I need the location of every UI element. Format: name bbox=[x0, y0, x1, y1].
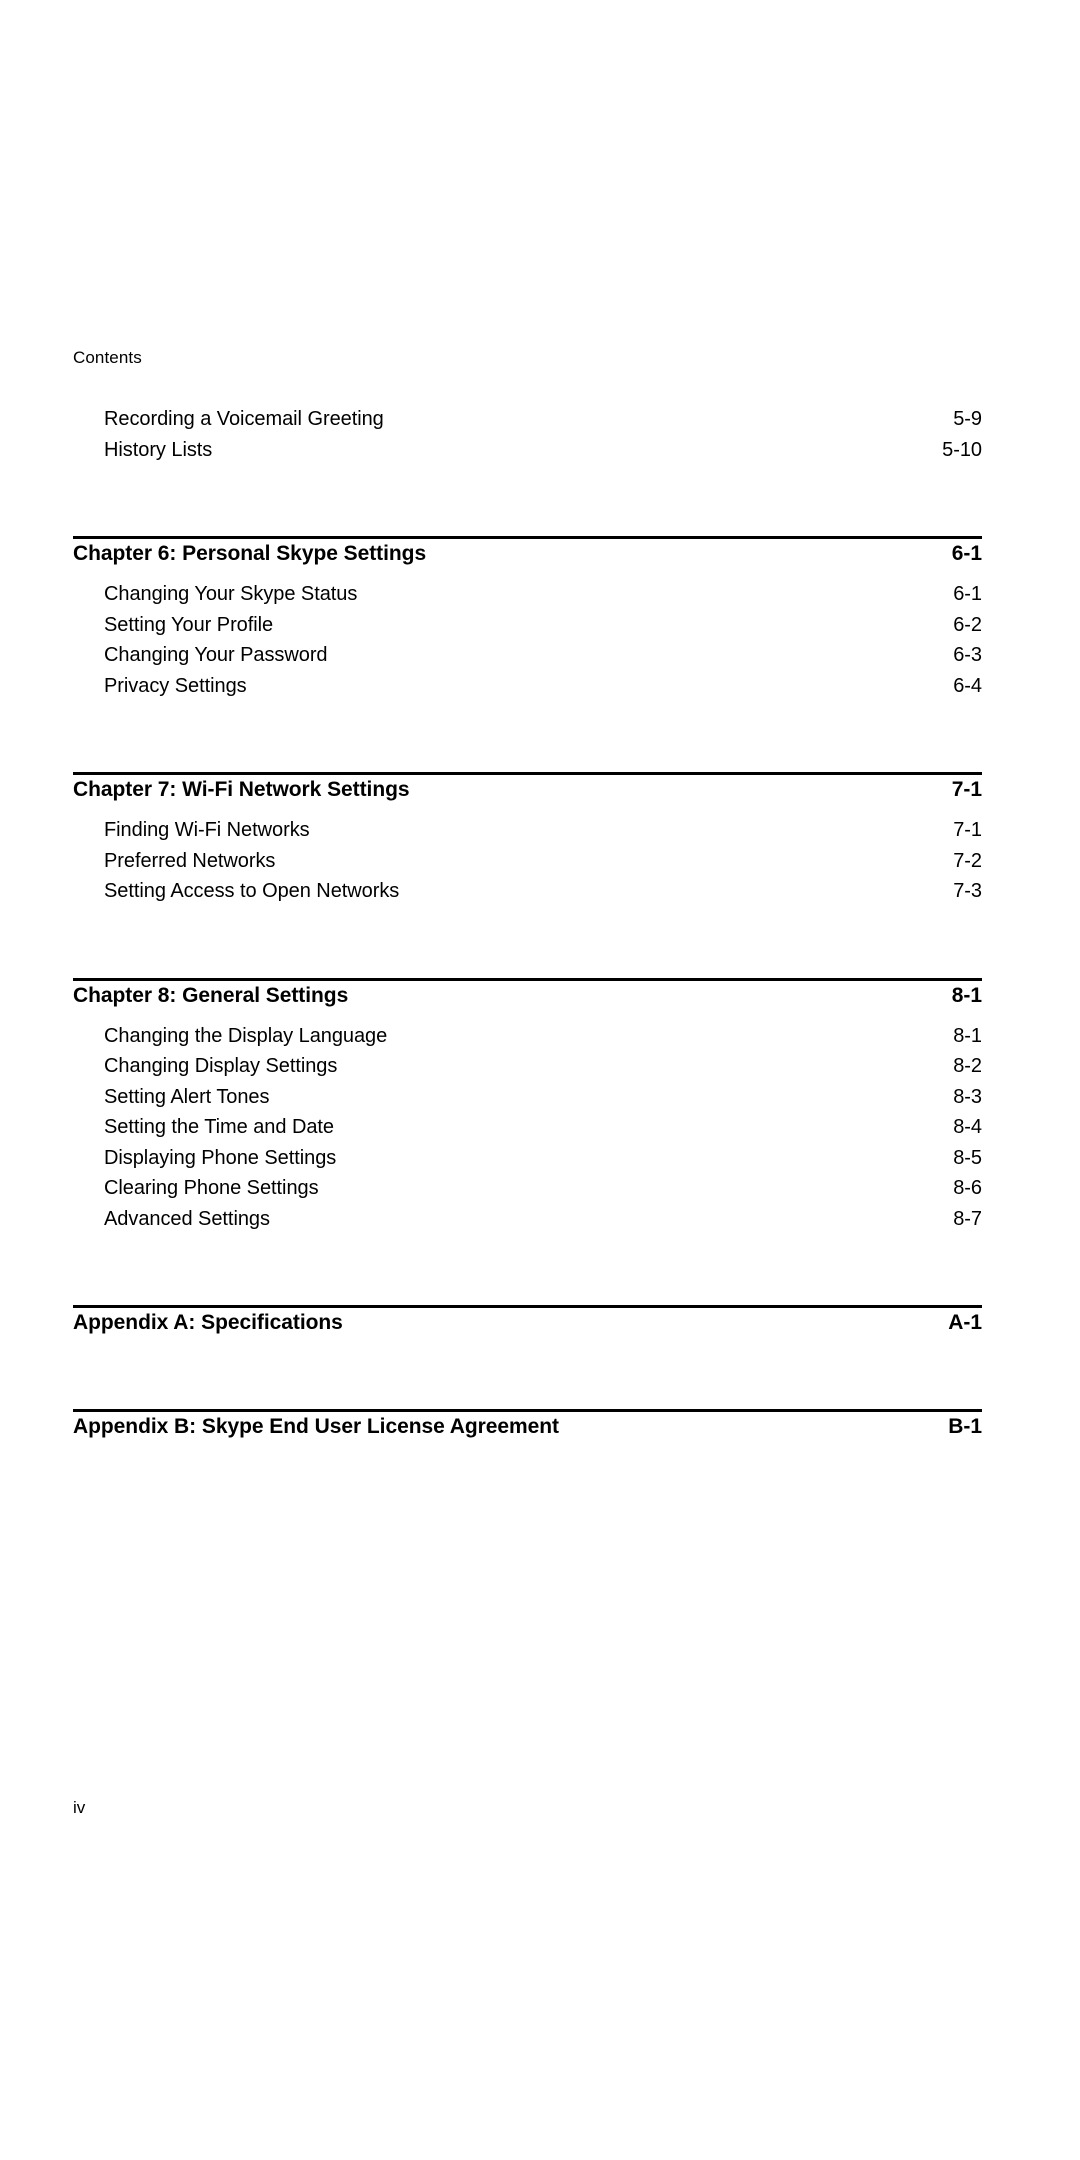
toc-entry-title: Advanced Settings bbox=[104, 1207, 270, 1230]
toc-entry-row[interactable]: Advanced Settings 8-7 bbox=[73, 1204, 982, 1235]
toc-entry-row[interactable]: Setting Your Profile 6-2 bbox=[73, 610, 982, 641]
table-of-contents: Recording a Voicemail Greeting 5-9 History… bbox=[73, 404, 982, 1442]
toc-entry-page-number: 6-1 bbox=[953, 583, 982, 605]
toc-entry-page-number: 6-2 bbox=[953, 613, 982, 636]
toc-group-spacer bbox=[73, 1234, 982, 1305]
toc-heading-title: Chapter 7: Wi-Fi Network Settings bbox=[73, 778, 410, 801]
toc-group-chapter-5-continued: Recording a Voicemail Greeting 5-9 History… bbox=[73, 404, 982, 465]
toc-group-chapter-8: Chapter 8: General Settings 8-1 Changing t… bbox=[73, 907, 982, 1235]
toc-entry-title: History Lists bbox=[104, 438, 213, 461]
toc-heading-page-number: 7-1 bbox=[951, 778, 982, 801]
toc-heading-page-number: A-1 bbox=[948, 1311, 982, 1334]
toc-entry-page-number: 6-4 bbox=[953, 674, 982, 697]
toc-entry-title: Recording a Voicemail Greeting bbox=[104, 408, 384, 430]
toc-entry-row[interactable]: Clearing Phone Settings 8-6 bbox=[73, 1173, 982, 1204]
running-header: Contents bbox=[73, 348, 142, 367]
toc-entry-page-number: 5-9 bbox=[953, 408, 982, 430]
toc-group-appendix-b: Appendix B: Skype End User License Agree… bbox=[73, 1338, 982, 1442]
toc-entry-title: Changing Display Settings bbox=[104, 1055, 338, 1077]
toc-heading-row[interactable]: Chapter 8: General Settings 8-1 bbox=[73, 981, 982, 1011]
toc-entry-page-number: 7-2 bbox=[953, 849, 982, 872]
toc-entry-page-number: 7-1 bbox=[953, 819, 982, 841]
toc-heading-title: Chapter 6: Personal Skype Settings bbox=[73, 542, 427, 565]
toc-group-spacer bbox=[73, 1338, 982, 1409]
toc-entry-page-number: 8-6 bbox=[953, 1177, 982, 1199]
page-number-folio: iv bbox=[73, 1798, 86, 1817]
toc-entry-title: Displaying Phone Settings bbox=[104, 1146, 337, 1169]
toc-heading-title: Chapter 8: General Settings bbox=[73, 983, 349, 1007]
toc-entry-page-number: 8-2 bbox=[953, 1055, 982, 1077]
toc-group-chapter-7: Chapter 7: Wi-Fi Network Settings 7-1 Find… bbox=[73, 701, 982, 907]
toc-entry-row[interactable]: Changing Display Settings 8-2 bbox=[73, 1051, 982, 1082]
toc-heading-row[interactable]: Appendix B: Skype End User License Agree… bbox=[73, 1412, 982, 1442]
toc-heading-title: Appendix B: Skype End User License Agree… bbox=[73, 1415, 559, 1438]
toc-entry-row[interactable]: Recording a Voicemail Greeting 5-9 bbox=[73, 404, 982, 435]
toc-group-spacer bbox=[73, 465, 982, 536]
toc-entry-title: Changing Your Skype Status bbox=[104, 583, 358, 605]
toc-entry-row[interactable]: Setting Alert Tones 8-3 bbox=[73, 1082, 982, 1113]
toc-entry-title: Setting the Time and Date bbox=[104, 1116, 335, 1138]
toc-entry-title: Changing the Display Language bbox=[104, 1024, 388, 1047]
toc-entry-title: Setting Alert Tones bbox=[104, 1085, 270, 1108]
toc-entry-row[interactable]: Changing Your Skype Status 6-1 bbox=[73, 579, 982, 610]
toc-entry-row[interactable]: Preferred Networks 7-2 bbox=[73, 846, 982, 877]
toc-heading-page-number: B-1 bbox=[948, 1415, 982, 1438]
toc-heading-page-number: 8-1 bbox=[951, 983, 982, 1007]
toc-entry-page-number: 6-3 bbox=[953, 644, 982, 666]
toc-entry-page-number: 7-3 bbox=[953, 880, 982, 902]
toc-entry-row[interactable]: Changing the Display Language 8-1 bbox=[73, 1021, 982, 1052]
toc-entry-title: Setting Access to Open Networks bbox=[104, 880, 400, 902]
toc-heading-page-number: 6-1 bbox=[951, 542, 982, 565]
toc-entry-row[interactable]: Changing Your Password 6-3 bbox=[73, 640, 982, 671]
toc-heading-row[interactable]: Chapter 7: Wi-Fi Network Settings 7-1 bbox=[73, 775, 982, 805]
toc-entry-page-number: 8-7 bbox=[953, 1207, 982, 1230]
toc-entry-title: Changing Your Password bbox=[104, 644, 328, 666]
toc-heading-row[interactable]: Chapter 6: Personal Skype Settings 6-1 bbox=[73, 539, 982, 569]
toc-entry-title: Privacy Settings bbox=[104, 674, 247, 697]
toc-entry-page-number: 8-1 bbox=[953, 1024, 982, 1047]
toc-entry-page-number: 8-3 bbox=[953, 1085, 982, 1108]
toc-entry-row[interactable]: Finding Wi-Fi Networks 7-1 bbox=[73, 815, 982, 846]
toc-entry-row[interactable]: Displaying Phone Settings 8-5 bbox=[73, 1143, 982, 1174]
toc-heading-title: Appendix A: Specifications bbox=[73, 1311, 343, 1334]
toc-heading-spacer bbox=[73, 805, 982, 815]
toc-entry-row[interactable]: Privacy Settings 6-4 bbox=[73, 671, 982, 702]
page: Contents Recording a Voicemail Greeting 5… bbox=[0, 0, 1080, 2160]
toc-group-spacer bbox=[73, 701, 982, 772]
toc-group-spacer bbox=[73, 907, 982, 978]
toc-entry-row[interactable]: History Lists 5-10 bbox=[73, 435, 982, 466]
toc-heading-row[interactable]: Appendix A: Specifications A-1 bbox=[73, 1308, 982, 1338]
toc-heading-spacer bbox=[73, 1011, 982, 1021]
toc-heading-spacer bbox=[73, 569, 982, 579]
toc-group-chapter-6: Chapter 6: Personal Skype Settings 6-1 Cha… bbox=[73, 465, 982, 701]
toc-entry-row[interactable]: Setting the Time and Date 8-4 bbox=[73, 1112, 982, 1143]
toc-entry-title: Setting Your Profile bbox=[104, 613, 274, 636]
toc-entry-title: Finding Wi-Fi Networks bbox=[104, 819, 310, 841]
toc-group-appendix-a: Appendix A: Specifications A-1 bbox=[73, 1234, 982, 1338]
toc-entry-page-number: 8-5 bbox=[953, 1146, 982, 1169]
toc-entry-page-number: 8-4 bbox=[953, 1116, 982, 1138]
toc-entry-row[interactable]: Setting Access to Open Networks 7-3 bbox=[73, 876, 982, 907]
toc-entry-title: Clearing Phone Settings bbox=[104, 1177, 319, 1199]
toc-entry-page-number: 5-10 bbox=[942, 438, 982, 461]
toc-entry-title: Preferred Networks bbox=[104, 849, 276, 872]
